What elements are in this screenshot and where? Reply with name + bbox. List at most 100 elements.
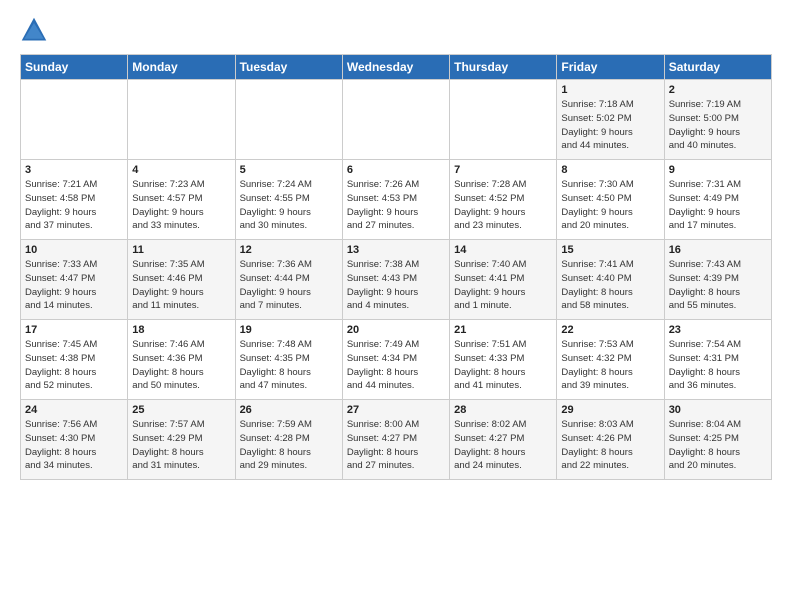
day-cell: 30 Sunrise: 8:04 AM Sunset: 4:25 PM Dayli… [664,400,771,480]
day-cell: 25 Sunrise: 7:57 AM Sunset: 4:29 PM Dayli… [128,400,235,480]
day-cell: 27 Sunrise: 8:00 AM Sunset: 4:27 PM Dayli… [342,400,449,480]
col-header-thursday: Thursday [450,55,557,80]
day-cell: 28 Sunrise: 8:02 AM Sunset: 4:27 PM Dayli… [450,400,557,480]
day-number: 1 [561,84,659,96]
day-info: Sunrise: 7:24 AM Sunset: 4:55 PM Dayligh… [240,178,338,233]
day-cell: 6 Sunrise: 7:26 AM Sunset: 4:53 PM Daylig… [342,160,449,240]
day-info: Sunrise: 7:49 AM Sunset: 4:34 PM Dayligh… [347,338,445,393]
day-number: 13 [347,244,445,256]
day-cell: 19Sunrise: 7:48 AM Sunset: 4:35 PM Dayli… [235,320,342,400]
day-number: 26 [240,404,338,416]
day-number: 18 [132,324,230,336]
day-number: 6 [347,164,445,176]
day-number: 2 [669,84,767,96]
day-number: 12 [240,244,338,256]
header-row: SundayMondayTuesdayWednesdayThursdayFrid… [21,55,772,80]
day-number: 23 [669,324,767,336]
day-number: 21 [454,324,552,336]
day-cell: 22Sunrise: 7:53 AM Sunset: 4:32 PM Dayli… [557,320,664,400]
day-info: Sunrise: 8:00 AM Sunset: 4:27 PM Dayligh… [347,418,445,473]
day-number: 25 [132,404,230,416]
day-cell: 1 Sunrise: 7:18 AM Sunset: 5:02 PM Daylig… [557,80,664,160]
logo [20,16,52,44]
day-cell: 15 Sunrise: 7:41 AM Sunset: 4:40 PM Dayli… [557,240,664,320]
day-cell: 29 Sunrise: 8:03 AM Sunset: 4:26 PM Dayli… [557,400,664,480]
day-info: Sunrise: 7:23 AM Sunset: 4:57 PM Dayligh… [132,178,230,233]
day-cell [128,80,235,160]
day-cell: 2 Sunrise: 7:19 AM Sunset: 5:00 PM Daylig… [664,80,771,160]
day-cell: 7 Sunrise: 7:28 AM Sunset: 4:52 PM Daylig… [450,160,557,240]
day-info: Sunrise: 7:40 AM Sunset: 4:41 PM Dayligh… [454,258,552,313]
day-info: Sunrise: 7:21 AM Sunset: 4:58 PM Dayligh… [25,178,123,233]
day-number: 27 [347,404,445,416]
day-info: Sunrise: 7:33 AM Sunset: 4:47 PM Dayligh… [25,258,123,313]
day-cell [21,80,128,160]
header [20,16,772,44]
day-cell: 20 Sunrise: 7:49 AM Sunset: 4:34 PM Dayli… [342,320,449,400]
day-number: 15 [561,244,659,256]
day-number: 30 [669,404,767,416]
day-cell: 8 Sunrise: 7:30 AM Sunset: 4:50 PM Daylig… [557,160,664,240]
day-number: 11 [132,244,230,256]
day-cell: 17 Sunrise: 7:45 AM Sunset: 4:38 PM Dayli… [21,320,128,400]
day-cell: 4 Sunrise: 7:23 AM Sunset: 4:57 PM Daylig… [128,160,235,240]
week-row-5: 24Sunrise: 7:56 AM Sunset: 4:30 PM Dayli… [21,400,772,480]
week-row-4: 17 Sunrise: 7:45 AM Sunset: 4:38 PM Dayli… [21,320,772,400]
day-info: Sunrise: 8:02 AM Sunset: 4:27 PM Dayligh… [454,418,552,473]
day-info: Sunrise: 7:18 AM Sunset: 5:02 PM Dayligh… [561,98,659,153]
day-number: 20 [347,324,445,336]
day-number: 24 [25,404,123,416]
day-info: Sunrise: 7:30 AM Sunset: 4:50 PM Dayligh… [561,178,659,233]
day-number: 29 [561,404,659,416]
day-cell: 26 Sunrise: 7:59 AM Sunset: 4:28 PM Dayli… [235,400,342,480]
day-cell: 10 Sunrise: 7:33 AM Sunset: 4:47 PM Dayli… [21,240,128,320]
page: SundayMondayTuesdayWednesdayThursdayFrid… [0,0,792,490]
day-number: 9 [669,164,767,176]
week-row-2: 3 Sunrise: 7:21 AM Sunset: 4:58 PM Daylig… [21,160,772,240]
day-number: 7 [454,164,552,176]
day-number: 28 [454,404,552,416]
day-number: 10 [25,244,123,256]
day-info: Sunrise: 7:31 AM Sunset: 4:49 PM Dayligh… [669,178,767,233]
day-cell: 24Sunrise: 7:56 AM Sunset: 4:30 PM Dayli… [21,400,128,480]
day-cell: 12 Sunrise: 7:36 AM Sunset: 4:44 PM Dayli… [235,240,342,320]
day-info: Sunrise: 7:19 AM Sunset: 5:00 PM Dayligh… [669,98,767,153]
day-info: Sunrise: 7:45 AM Sunset: 4:38 PM Dayligh… [25,338,123,393]
day-info: Sunrise: 7:51 AM Sunset: 4:33 PM Dayligh… [454,338,552,393]
day-number: 4 [132,164,230,176]
day-info: Sunrise: 7:26 AM Sunset: 4:53 PM Dayligh… [347,178,445,233]
day-cell: 16Sunrise: 7:43 AM Sunset: 4:39 PM Dayli… [664,240,771,320]
col-header-tuesday: Tuesday [235,55,342,80]
col-header-friday: Friday [557,55,664,80]
day-number: 3 [25,164,123,176]
day-cell [342,80,449,160]
day-cell: 23 Sunrise: 7:54 AM Sunset: 4:31 PM Dayli… [664,320,771,400]
day-info: Sunrise: 7:54 AM Sunset: 4:31 PM Dayligh… [669,338,767,393]
week-row-1: 1 Sunrise: 7:18 AM Sunset: 5:02 PM Daylig… [21,80,772,160]
day-info: Sunrise: 7:48 AM Sunset: 4:35 PM Dayligh… [240,338,338,393]
day-number: 8 [561,164,659,176]
day-cell [450,80,557,160]
col-header-sunday: Sunday [21,55,128,80]
day-info: Sunrise: 7:28 AM Sunset: 4:52 PM Dayligh… [454,178,552,233]
day-info: Sunrise: 8:04 AM Sunset: 4:25 PM Dayligh… [669,418,767,473]
day-number: 22 [561,324,659,336]
day-info: Sunrise: 7:36 AM Sunset: 4:44 PM Dayligh… [240,258,338,313]
day-cell: 21 Sunrise: 7:51 AM Sunset: 4:33 PM Dayli… [450,320,557,400]
day-info: Sunrise: 7:59 AM Sunset: 4:28 PM Dayligh… [240,418,338,473]
calendar-table: SundayMondayTuesdayWednesdayThursdayFrid… [20,54,772,480]
day-info: Sunrise: 7:57 AM Sunset: 4:29 PM Dayligh… [132,418,230,473]
logo-icon [20,16,48,44]
day-info: Sunrise: 7:38 AM Sunset: 4:43 PM Dayligh… [347,258,445,313]
day-number: 14 [454,244,552,256]
day-number: 17 [25,324,123,336]
day-info: Sunrise: 8:03 AM Sunset: 4:26 PM Dayligh… [561,418,659,473]
day-cell: 5Sunrise: 7:24 AM Sunset: 4:55 PM Daylig… [235,160,342,240]
day-cell [235,80,342,160]
day-info: Sunrise: 7:35 AM Sunset: 4:46 PM Dayligh… [132,258,230,313]
day-cell: 11 Sunrise: 7:35 AM Sunset: 4:46 PM Dayli… [128,240,235,320]
week-row-3: 10 Sunrise: 7:33 AM Sunset: 4:47 PM Dayli… [21,240,772,320]
day-cell: 14 Sunrise: 7:40 AM Sunset: 4:41 PM Dayli… [450,240,557,320]
day-info: Sunrise: 7:41 AM Sunset: 4:40 PM Dayligh… [561,258,659,313]
day-cell: 9 Sunrise: 7:31 AM Sunset: 4:49 PM Daylig… [664,160,771,240]
